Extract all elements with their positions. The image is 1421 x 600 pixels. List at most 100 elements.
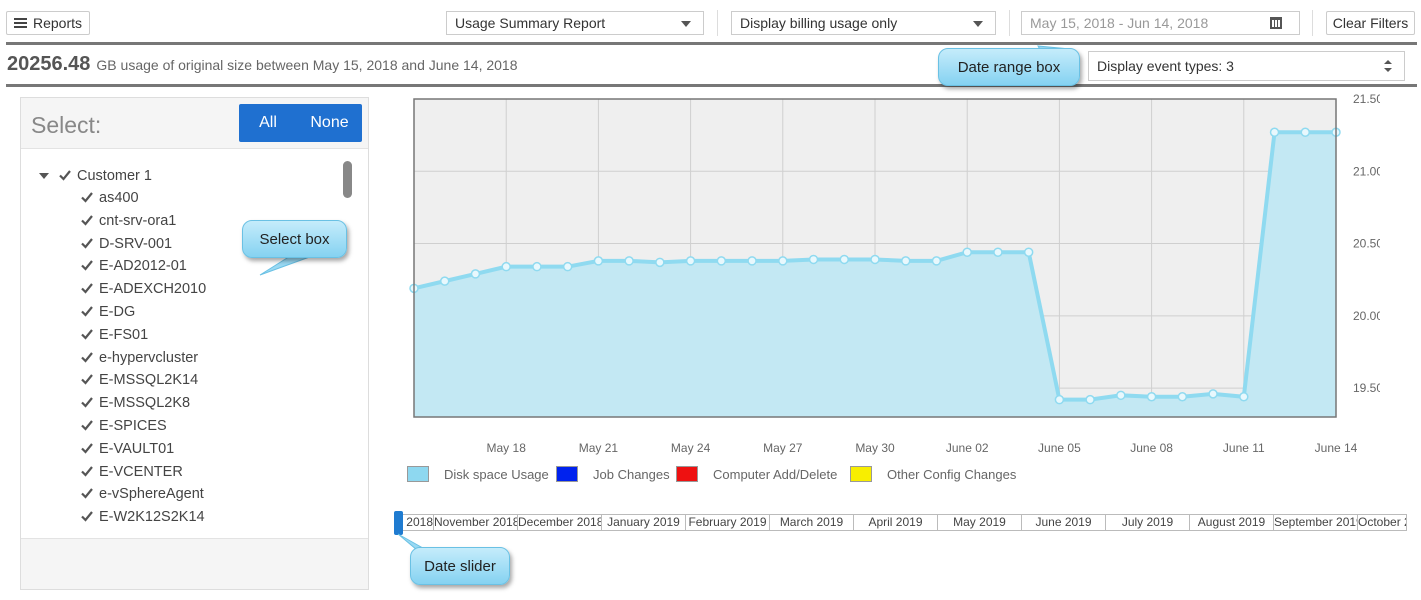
- tree-item[interactable]: e-hypervcluster: [81, 347, 198, 369]
- tree-item[interactable]: cnt-srv-ora1: [81, 210, 176, 232]
- select-none-button[interactable]: None: [297, 104, 362, 142]
- legend-label: Computer Add/Delete: [713, 466, 838, 482]
- data-point: [962, 247, 972, 257]
- timeline-month[interactable]: July 2019: [1105, 515, 1189, 530]
- checkmark-icon[interactable]: [81, 442, 93, 454]
- x-tick-label: June 14: [1315, 441, 1358, 455]
- tree-item[interactable]: E-AD2012-01: [81, 255, 187, 277]
- date-slider-track[interactable]: October 2018November 2018December 2018Ja…: [397, 514, 1407, 531]
- tree-customer-label: Customer 1: [77, 168, 152, 184]
- tree-item[interactable]: E-MSSQL2K8: [81, 392, 190, 414]
- report-type-select[interactable]: Usage Summary Report: [446, 11, 704, 35]
- checkmark-icon[interactable]: [59, 169, 71, 181]
- x-tick-label: June 08: [1130, 441, 1173, 455]
- x-tick-label: May 21: [579, 441, 619, 455]
- checkmark-icon[interactable]: [81, 191, 93, 203]
- timeline-month[interactable]: May 2019: [937, 515, 1021, 530]
- timeline-month[interactable]: June 2019: [1021, 515, 1105, 530]
- data-point: [562, 261, 573, 272]
- legend-item[interactable]: Disk space Usage: [407, 466, 549, 482]
- tree-item-label: E-W2K12S2K14: [99, 509, 205, 526]
- event-types-select[interactable]: Display event types: 3: [1088, 51, 1405, 81]
- timeline-month[interactable]: October 2019: [1357, 515, 1406, 530]
- legend-item[interactable]: Other Config Changes: [850, 466, 1016, 482]
- checkmark-icon[interactable]: [81, 282, 93, 294]
- data-point: [931, 256, 942, 266]
- checkmark-icon[interactable]: [81, 510, 93, 522]
- tree-item-label: E-AD2012-01: [99, 258, 187, 275]
- select-box-callout: Select box: [242, 220, 347, 258]
- tree-scrollbar-thumb[interactable]: [343, 161, 352, 198]
- timeline-month[interactable]: September 2019: [1273, 515, 1357, 530]
- legend-label: Other Config Changes: [887, 466, 1017, 482]
- timeline-month[interactable]: December 2018: [517, 515, 601, 530]
- timeline-month[interactable]: August 2019: [1189, 515, 1273, 530]
- data-point: [1054, 394, 1065, 405]
- timeline-month[interactable]: November 2018: [433, 515, 517, 530]
- x-tick-label: June 11: [1223, 441, 1265, 455]
- tree-item-label: E-VCENTER: [99, 463, 183, 480]
- timeline-month[interactable]: February 2019: [685, 515, 769, 530]
- data-point: [685, 256, 696, 266]
- updown-arrows-icon: [1384, 60, 1392, 72]
- checkmark-icon[interactable]: [81, 259, 93, 272]
- tree-item[interactable]: E-DG: [81, 301, 135, 323]
- x-tick-label: June 05: [1038, 441, 1081, 455]
- summary-divider: [6, 84, 1417, 87]
- checkmark-icon[interactable]: [81, 237, 93, 249]
- data-point: [593, 256, 604, 266]
- data-point: [716, 256, 727, 266]
- tree-item[interactable]: E-MSSQL2K14: [81, 369, 198, 391]
- billing-usage-select[interactable]: Display billing usage only: [731, 11, 996, 35]
- tree-item[interactable]: E-VAULT01: [81, 438, 174, 460]
- tree-item[interactable]: E-SPICES: [81, 415, 167, 437]
- toolbar-divider: [717, 10, 718, 36]
- data-point: [808, 254, 819, 265]
- timeline-month[interactable]: April 2019: [853, 515, 937, 530]
- x-tick-label: May 18: [487, 441, 527, 455]
- checkmark-icon[interactable]: [81, 328, 93, 340]
- timeline-month[interactable]: March 2019: [769, 515, 853, 530]
- tree-item[interactable]: E-FS01: [81, 324, 148, 346]
- tree-item[interactable]: E-ADEXCH2010: [81, 278, 206, 300]
- timeline-month[interactable]: January 2019: [601, 515, 685, 530]
- tree-customer-row[interactable]: Customer 1: [39, 165, 152, 187]
- tree-item-label: e-vSphereAgent: [99, 486, 204, 503]
- checkmark-icon[interactable]: [81, 487, 93, 500]
- legend-item[interactable]: Computer Add/Delete: [676, 466, 837, 482]
- legend-swatch: [407, 466, 429, 482]
- checkmark-icon[interactable]: [81, 396, 93, 408]
- clear-filters-button[interactable]: Clear Filters: [1326, 11, 1415, 35]
- calendar-icon[interactable]: [1270, 17, 1282, 29]
- list-icon: [14, 18, 27, 28]
- checkmark-icon[interactable]: [81, 351, 93, 363]
- x-tick-label: May 27: [763, 441, 803, 455]
- tree-item[interactable]: e-vSphereAgent: [81, 483, 204, 505]
- checkmark-icon[interactable]: [81, 373, 93, 386]
- chevron-down-icon: [681, 21, 691, 27]
- select-all-button[interactable]: All: [239, 104, 297, 142]
- date-range-callout: Date range box: [938, 48, 1080, 86]
- expand-caret-icon[interactable]: [39, 173, 49, 179]
- data-point: [900, 256, 911, 266]
- y-tick-label: 21.50 TB: [1353, 92, 1380, 106]
- legend-label: Disk space Usage: [444, 466, 549, 482]
- usage-summary-text: GB usage of original size between May 15…: [96, 57, 518, 73]
- data-point: [1023, 247, 1034, 257]
- tree-item[interactable]: E-W2K12S2K14: [81, 506, 205, 528]
- tree-item[interactable]: D-SRV-001: [81, 233, 172, 255]
- tree-item-label: cnt-srv-ora1: [99, 212, 177, 229]
- checkmark-icon[interactable]: [81, 465, 93, 477]
- toolbar-divider: [1312, 10, 1313, 36]
- data-point: [1146, 392, 1157, 402]
- checkmark-icon[interactable]: [81, 214, 93, 226]
- checkmark-icon[interactable]: [81, 305, 93, 317]
- legend-item[interactable]: Job Changes: [556, 466, 670, 482]
- tree-item[interactable]: as400: [81, 187, 139, 209]
- tree-item-label: E-MSSQL2K14: [99, 372, 199, 389]
- checkmark-icon[interactable]: [81, 419, 93, 431]
- tree-item[interactable]: E-VCENTER: [81, 461, 183, 483]
- reports-button[interactable]: Reports: [6, 11, 90, 35]
- clear-filters-label: Clear Filters: [1332, 15, 1409, 31]
- tree-item-label: E-MSSQL2K8: [99, 395, 191, 412]
